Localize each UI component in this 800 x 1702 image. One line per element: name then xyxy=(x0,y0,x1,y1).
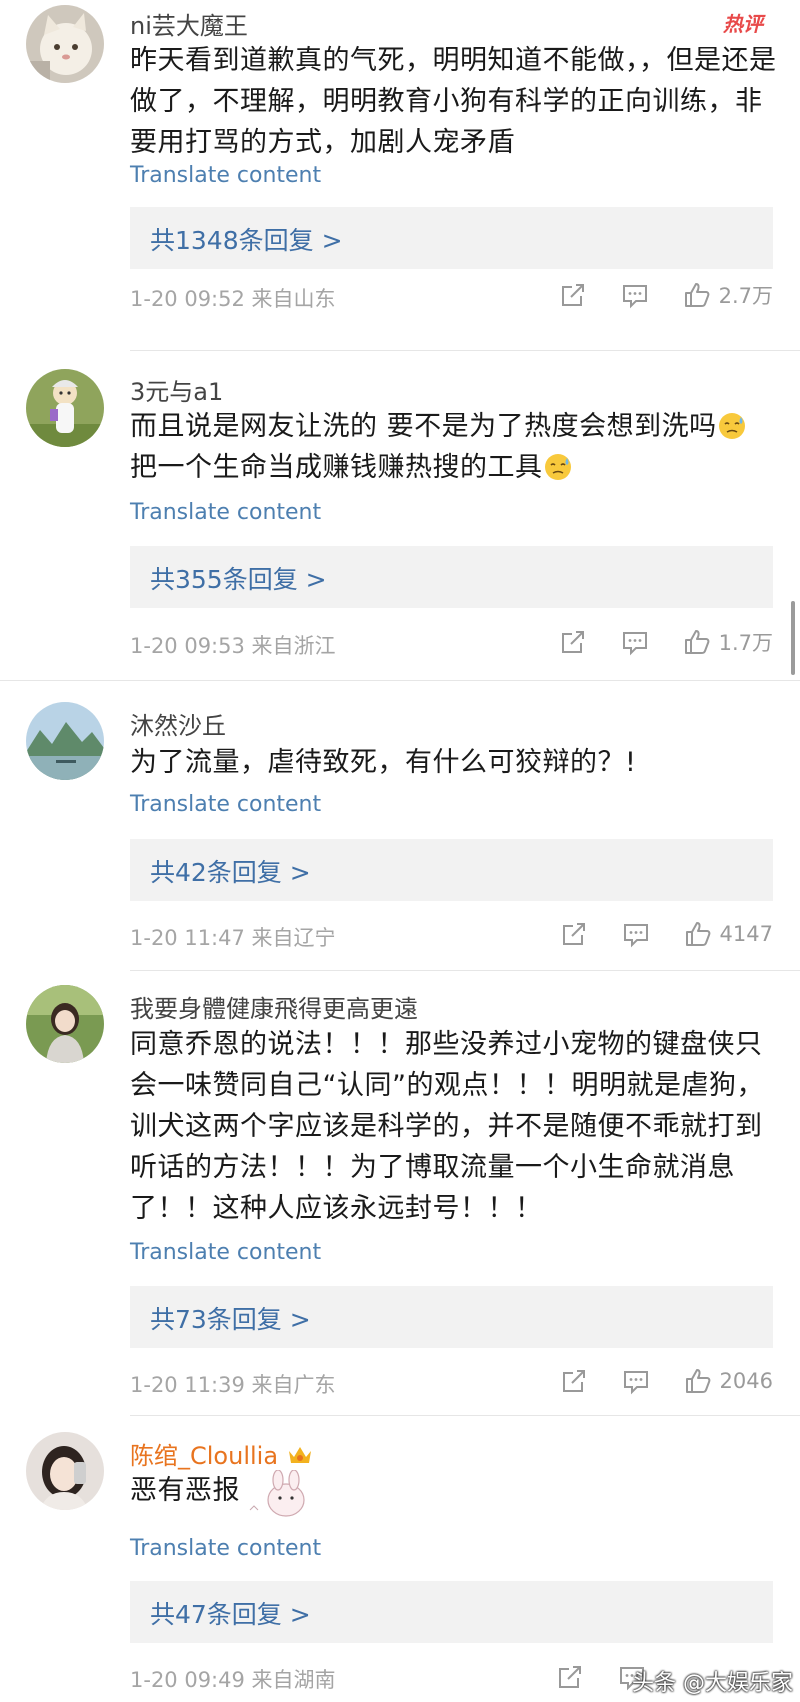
replies-box[interactable]: 共355条回复 > xyxy=(130,546,773,608)
comment-text: 为了流量，虐待致死，有什么可狡辩的？! xyxy=(130,747,637,778)
like-button[interactable]: 4147 xyxy=(684,920,773,948)
comment-icon[interactable] xyxy=(621,628,649,656)
username[interactable]: ni芸大魔王 xyxy=(130,6,248,41)
comment-text-line: 而且说是网友让洗的 要不是为了热度会想到洗吗 xyxy=(130,411,717,442)
comment-meta: 1-20 09:49 来自湖南 xyxy=(130,1668,336,1692)
comment-meta: 1-20 09:52 来自山东 xyxy=(130,287,336,311)
username-text: 陈绾_Cloullia xyxy=(130,1442,279,1470)
translate-link[interactable]: Translate content xyxy=(130,1536,321,1561)
replies-link[interactable]: 共73条回复 > xyxy=(150,1300,311,1336)
username[interactable]: 沐然沙丘 xyxy=(130,706,226,741)
like-button[interactable]: 1.7万 xyxy=(683,627,773,657)
avatar[interactable] xyxy=(26,369,104,447)
username[interactable]: 我要身體健康飛得更高更遠 xyxy=(130,989,418,1024)
translate-link[interactable]: Translate content xyxy=(130,792,321,817)
divider xyxy=(130,1415,800,1416)
avatar[interactable] xyxy=(26,1432,104,1510)
replies-link[interactable]: 共42条回复 > xyxy=(150,853,311,889)
cat-avatar-icon xyxy=(26,5,104,83)
comment-meta: 1-20 11:39 来自广东 xyxy=(130,1373,336,1397)
thumbs-up-icon xyxy=(684,920,712,948)
comment-text: 昨天看到道歉真的气死，明明知道不能做，，但是还是做了，不理解，明明教育小狗有科学… xyxy=(130,45,777,158)
replies-box[interactable]: 共1348条回复 > xyxy=(130,207,773,269)
like-count: 2046 xyxy=(719,1369,773,1393)
comment-actions: 2.7万 xyxy=(559,278,773,312)
username[interactable]: 3元与a1 xyxy=(130,372,223,407)
sweat-face-emoji-icon xyxy=(718,413,745,439)
replies-link[interactable]: 共1348条回复 > xyxy=(150,221,343,257)
divider xyxy=(0,680,800,681)
avatar[interactable] xyxy=(26,985,104,1063)
selfie-avatar-icon xyxy=(26,1432,104,1510)
share-icon[interactable] xyxy=(559,628,587,656)
comment-meta: 1-20 11:47 来自辽宁 xyxy=(130,926,336,950)
scrollbar[interactable] xyxy=(791,601,795,675)
share-icon[interactable] xyxy=(556,1663,584,1691)
like-count: 1.7万 xyxy=(718,631,773,655)
landscape-avatar-icon xyxy=(26,702,104,780)
like-count: 2.7万 xyxy=(718,284,773,308)
watermark: 头条 @大娱乐家 xyxy=(632,1671,793,1696)
comment-icon[interactable] xyxy=(622,1367,650,1395)
cartoon-avatar-icon xyxy=(26,369,104,447)
share-icon[interactable] xyxy=(560,920,588,948)
replies-link[interactable]: 共355条回复 > xyxy=(150,560,327,596)
comment-text: 恶有恶报 xyxy=(130,1475,240,1506)
thumbs-up-icon xyxy=(683,628,711,656)
replies-box[interactable]: 共42条回复 > xyxy=(130,839,773,901)
comment-icon[interactable] xyxy=(621,281,649,309)
like-button[interactable]: 2.7万 xyxy=(683,280,773,310)
translate-link[interactable]: Translate content xyxy=(130,500,321,525)
avatar[interactable] xyxy=(26,702,104,780)
share-icon[interactable] xyxy=(560,1367,588,1395)
replies-box[interactable]: 共47条回复 > xyxy=(130,1581,773,1643)
comment-icon[interactable] xyxy=(622,920,650,948)
comment-text-line: 把一个生命当成赚钱赚热搜的工具 xyxy=(130,452,543,483)
divider xyxy=(130,970,800,971)
comment-actions: 4147 xyxy=(560,917,773,951)
translate-link[interactable]: Translate content xyxy=(130,1240,321,1265)
crown-vip-icon xyxy=(288,1447,311,1463)
replies-link[interactable]: 共47条回复 > xyxy=(150,1595,311,1631)
comment-actions: 1.7万 xyxy=(559,625,773,659)
thumbs-up-icon xyxy=(684,1367,712,1395)
girl-avatar-icon xyxy=(26,985,104,1063)
comment-meta: 1-20 09:53 来自浙江 xyxy=(130,634,336,658)
comment-text: 同意乔恩的说法！！！那些没养过小宠物的键盘侠只会一味赞同自己“认同”的观点！！！… xyxy=(130,1029,764,1224)
bunny-sticker-icon xyxy=(249,1470,305,1517)
like-count: 4147 xyxy=(719,922,773,946)
avatar[interactable] xyxy=(26,5,104,83)
divider xyxy=(130,350,800,351)
comment-actions: 2046 xyxy=(560,1364,773,1398)
share-icon[interactable] xyxy=(559,281,587,309)
translate-link[interactable]: Translate content xyxy=(130,163,321,188)
replies-box[interactable]: 共73条回复 > xyxy=(130,1286,773,1348)
thumbs-up-icon xyxy=(683,281,711,309)
comment-text: 而且说是网友让洗的 要不是为了热度会想到洗吗 把一个生命当成赚钱赚热搜的工具 xyxy=(130,406,780,488)
username[interactable]: 陈绾_Cloullia xyxy=(130,1436,314,1471)
sweat-face-emoji-icon xyxy=(544,454,571,480)
like-button[interactable]: 2046 xyxy=(684,1367,773,1395)
hot-comment-badge: 热评 xyxy=(723,12,763,36)
